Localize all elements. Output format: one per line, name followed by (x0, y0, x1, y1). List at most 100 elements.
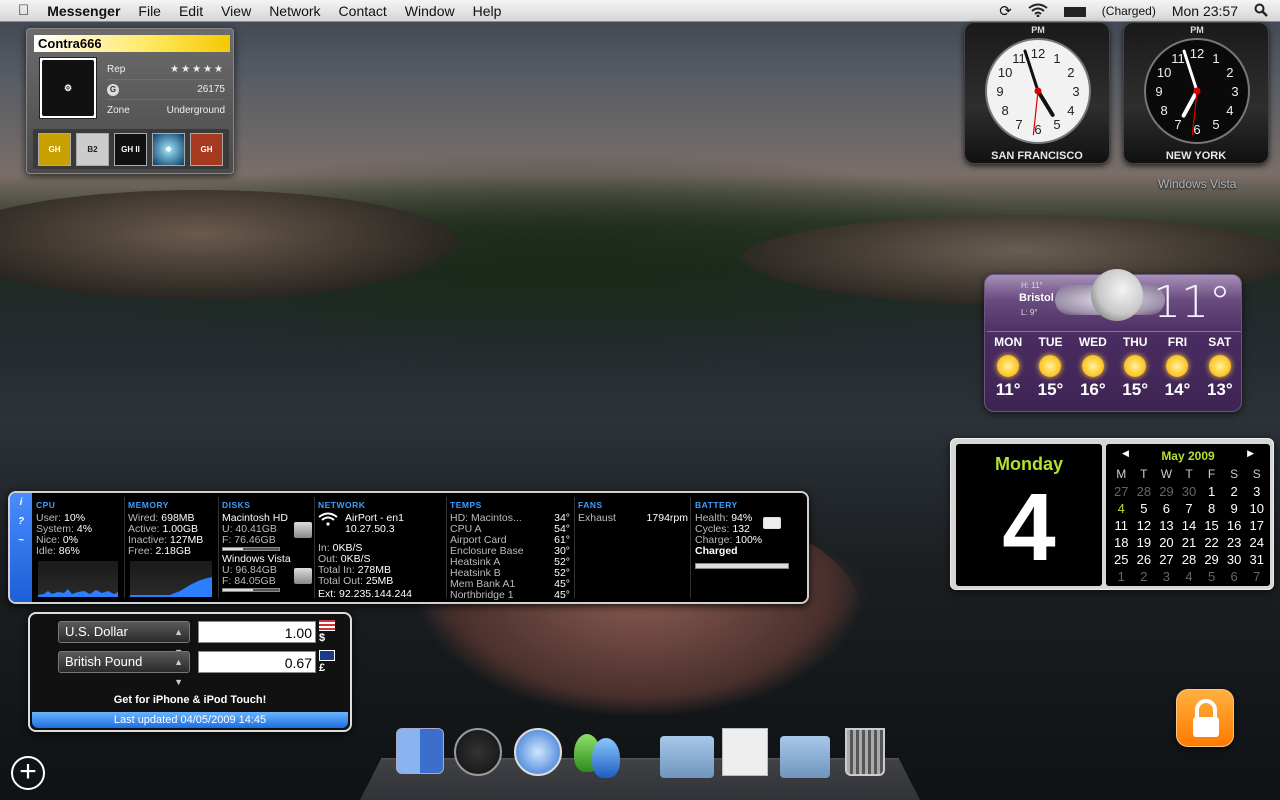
calendar-day-cell[interactable]: 4 (1110, 500, 1133, 517)
calendar-day-cell[interactable]: 17 (1245, 517, 1268, 534)
menu-help[interactable]: Help (464, 0, 511, 22)
currency-promo-link[interactable]: Get for iPhone & iPod Touch! (30, 694, 350, 706)
calendar-day-cell[interactable]: 8 (1200, 500, 1223, 517)
calendar-day-cell[interactable]: 2 (1223, 483, 1246, 500)
cpu-graph (38, 561, 118, 597)
calendar-day-cell[interactable]: 18 (1110, 534, 1133, 551)
clock-widget-sf[interactable]: PM 1 2 3 4 5 6 7 8 9 10 11 12 SAN FRANCISCO (964, 22, 1110, 164)
dock-messenger-icon[interactable] (572, 728, 622, 778)
next-month-icon[interactable]: ▶ (1247, 448, 1254, 459)
menu-contact[interactable]: Contact (330, 0, 396, 22)
calendar-day-cell[interactable]: 26 (1133, 551, 1156, 568)
calendar-day-cell[interactable]: 28 (1133, 483, 1156, 500)
apple-menu-icon[interactable]:  (0, 0, 38, 22)
dock-preview-icon[interactable] (722, 728, 772, 778)
calendar-day-cell[interactable]: 1 (1200, 483, 1223, 500)
calendar-day-cell[interactable]: 29 (1200, 551, 1223, 568)
calendar-widget[interactable]: Monday 4 ◀ May 2009 ▶ M T W T F S S 27 28 29 30 1 2 3… (950, 438, 1274, 590)
menu-edit[interactable]: Edit (170, 0, 212, 22)
game-tile[interactable]: GH II (114, 133, 147, 166)
menu-network[interactable]: Network (260, 0, 329, 22)
dock-dashboard-icon[interactable] (454, 728, 504, 778)
calendar-day-cell[interactable]: 6 (1223, 568, 1246, 585)
calendar-day-cell[interactable]: 29 (1155, 483, 1178, 500)
sync-icon[interactable]: ⟳ (991, 2, 1020, 20)
calendar-day-cell[interactable]: 15 (1200, 517, 1223, 534)
currency-from-label: U.S. Dollar (65, 624, 128, 639)
calendar-day-cell[interactable]: 3 (1245, 483, 1268, 500)
game-tile[interactable]: ✸ (152, 133, 185, 166)
calendar-day-cell[interactable]: 31 (1245, 551, 1268, 568)
currency-to-select[interactable]: British Pound ▲ ▼ (58, 651, 190, 687)
calendar-day-cell[interactable]: 20 (1155, 534, 1178, 551)
calendar-day-cell[interactable]: 1 (1110, 568, 1133, 585)
calendar-day-cell[interactable]: 24 (1245, 534, 1268, 551)
gamercard-widget[interactable]: Contra666 ⚙ Rep ★★★★★ G 26175 Zone Under… (26, 28, 234, 174)
calendar-day-cell[interactable]: 5 (1133, 500, 1156, 517)
menu-view[interactable]: View (212, 0, 260, 22)
divider (574, 497, 575, 598)
wifi-icon[interactable] (1020, 3, 1056, 20)
temp-label: Northbridge 1 (450, 589, 514, 601)
currency-to-input[interactable]: 0.67 (198, 651, 316, 673)
calendar-day-cell[interactable]: 23 (1223, 534, 1246, 551)
calendar-day-cell[interactable]: 14 (1178, 517, 1201, 534)
calendar-day-cell[interactable]: 30 (1223, 551, 1246, 568)
gc-rep-row: Rep ★★★★★ (107, 60, 225, 80)
calendar-day-cell[interactable]: 28 (1178, 551, 1201, 568)
menu-clock[interactable]: Mon 23:57 (1164, 3, 1246, 19)
add-widget-button[interactable]: + (11, 756, 45, 790)
pulse-icon[interactable]: ~ (18, 535, 24, 546)
calendar-day-cell[interactable]: 12 (1133, 517, 1156, 534)
dock-safari-icon[interactable] (514, 728, 564, 778)
calendar-day-cell[interactable]: 5 (1200, 568, 1223, 585)
calendar-day-cell[interactable]: 6 (1155, 500, 1178, 517)
desktop-icon-label[interactable]: Windows Vista (1158, 177, 1236, 191)
calendar-day-cell[interactable]: 30 (1178, 483, 1201, 500)
calendar-day-cell[interactable]: 7 (1178, 500, 1201, 517)
calendar-day-cell[interactable]: 7 (1245, 568, 1268, 585)
istat-widget[interactable]: i ? ~ CPU User: 10% System: 4% Nice: 0% … (8, 491, 809, 604)
calendar-day-cell[interactable]: 19 (1133, 534, 1156, 551)
weather-city: Bristol (1019, 292, 1054, 304)
clock-widget-ny[interactable]: PM 1 2 3 4 5 6 7 8 9 10 11 12 NEW YORK (1123, 22, 1269, 164)
info-icon[interactable]: i (20, 497, 23, 508)
calendar-day-cell[interactable]: 13 (1155, 517, 1178, 534)
network-row: Total Out: 25MB (318, 576, 444, 587)
spotlight-icon[interactable] (1246, 3, 1280, 20)
calendar-day-cell[interactable]: 4 (1178, 568, 1201, 585)
menu-window[interactable]: Window (396, 0, 464, 22)
dock-utilities-folder-icon[interactable] (660, 728, 714, 778)
calendar-day-cell[interactable]: 21 (1178, 534, 1201, 551)
calendar-day-cell[interactable]: 25 (1110, 551, 1133, 568)
calendar-day-cell[interactable]: 16 (1223, 517, 1246, 534)
calendar-day-cell[interactable]: 27 (1155, 551, 1178, 568)
app-menu[interactable]: Messenger (38, 0, 129, 22)
calendar-day-cell[interactable]: 27 (1110, 483, 1133, 500)
weather-widget[interactable]: H: 11° Bristol L: 9° 11° MON 11° TUE 15° W… (984, 269, 1242, 412)
menu-file[interactable]: File (129, 0, 170, 22)
calendar-day-panel[interactable]: Monday 4 (956, 444, 1102, 586)
game-tile[interactable]: GH (190, 133, 223, 166)
battery-status[interactable]: (Charged) (1094, 4, 1164, 18)
temp-row: Northbridge 1 45° (450, 590, 570, 601)
currency-from-select[interactable]: U.S. Dollar▲▼ (58, 621, 190, 657)
calendar-day-cell[interactable]: 3 (1155, 568, 1178, 585)
calendar-day-cell[interactable]: 22 (1200, 534, 1223, 551)
clock-numeral: 9 (996, 84, 1003, 99)
help-icon[interactable]: ? (18, 516, 24, 527)
dock-finder-icon[interactable] (396, 728, 446, 778)
currency-converter-widget[interactable]: U.S. Dollar▲▼ 1.00 $ British Pound ▲▼ 0.6… (28, 612, 352, 732)
calendar-day-cell[interactable]: 2 (1133, 568, 1156, 585)
calendar-day-cell[interactable]: 11 (1110, 517, 1133, 534)
currency-from-input[interactable]: 1.00 (198, 621, 316, 643)
calendar-day-cell[interactable]: 10 (1245, 500, 1268, 517)
dock-trash-icon[interactable] (842, 728, 892, 778)
calendar-day-cell[interactable]: 9 (1223, 500, 1246, 517)
battery-icon[interactable] (1056, 4, 1094, 18)
sun-icon (1081, 355, 1104, 377)
game-tile[interactable]: B2 (76, 133, 109, 166)
lock-button[interactable] (1176, 689, 1234, 747)
dock-documents-folder-icon[interactable] (780, 728, 830, 778)
game-tile[interactable]: GH (38, 133, 71, 166)
